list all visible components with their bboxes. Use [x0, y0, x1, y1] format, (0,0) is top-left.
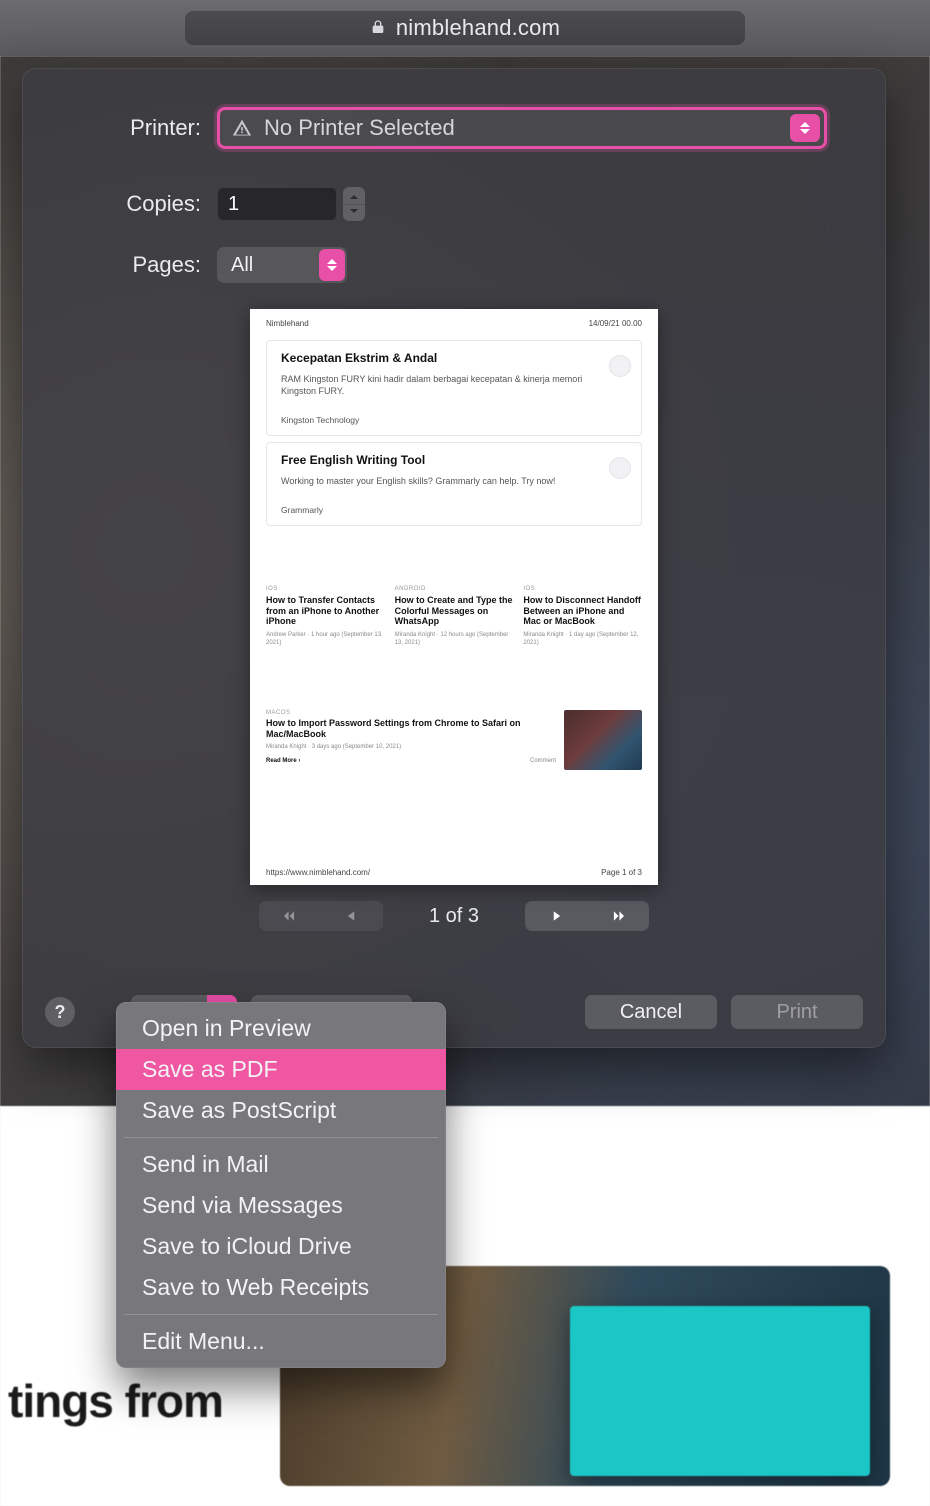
next-page-button[interactable]	[525, 901, 587, 931]
print-preview: Nimblehand 14/09/21 00.00 Kecepatan Ekst…	[23, 309, 885, 885]
browser-address-bar: nimblehand.com	[0, 0, 930, 56]
menu-separator	[124, 1314, 438, 1315]
pages-popup[interactable]: All	[217, 247, 347, 283]
preview-card-body: Working to master your English skills? G…	[281, 475, 599, 487]
menu-item-open-preview[interactable]: Open in Preview	[116, 1008, 446, 1049]
copies-label: Copies:	[47, 191, 217, 217]
print-button[interactable]: Print	[731, 995, 863, 1029]
preview-card: Kecepatan Ekstrim & Andal RAM Kingston F…	[266, 340, 642, 436]
preview-pager: 1 of 3	[23, 901, 885, 931]
menu-item-send-via-messages[interactable]: Send via Messages	[116, 1185, 446, 1226]
preview-card-body: RAM Kingston FURY kini hadir dalam berba…	[281, 373, 599, 397]
menu-item-save-as-postscript[interactable]: Save as PostScript	[116, 1090, 446, 1131]
copies-step-buttons[interactable]	[343, 187, 365, 221]
preview-card-title: Free English Writing Tool	[281, 453, 599, 467]
preview-card-brand: Grammarly	[281, 505, 599, 515]
preview-header-right: 14/09/21 00.00	[589, 319, 642, 328]
url-text: nimblehand.com	[396, 15, 560, 41]
preview-mini-card: ANDROID How to Create and Type the Color…	[395, 586, 514, 646]
prev-page-button[interactable]	[321, 901, 383, 931]
preview-page: Nimblehand 14/09/21 00.00 Kecepatan Ekst…	[250, 309, 658, 885]
menu-separator	[124, 1137, 438, 1138]
print-dialog: Printer: No Printer Selected Copies:	[22, 68, 886, 1048]
menu-item-edit-menu[interactable]: Edit Menu...	[116, 1321, 446, 1362]
preview-card-brand: Kingston Technology	[281, 415, 599, 425]
pages-label: Pages:	[47, 252, 217, 278]
background-headline: tings from	[0, 1374, 223, 1428]
pdf-dropdown-menu: Open in Preview Save as PDF Save as Post…	[116, 1002, 446, 1368]
lock-icon	[370, 15, 386, 41]
circle-icon	[609, 355, 631, 377]
preview-footer-right: Page 1 of 3	[601, 868, 642, 877]
printer-value: No Printer Selected	[264, 115, 455, 141]
menu-item-save-to-icloud[interactable]: Save to iCloud Drive	[116, 1226, 446, 1267]
url-field[interactable]: nimblehand.com	[185, 11, 745, 45]
menu-item-save-as-pdf[interactable]: Save as PDF	[116, 1049, 446, 1090]
updown-icon	[790, 114, 820, 142]
pages-value: All	[231, 254, 253, 277]
first-page-button[interactable]	[259, 901, 321, 931]
help-button[interactable]: ?	[45, 997, 75, 1027]
page-counter: 1 of 3	[429, 905, 479, 928]
copies-input[interactable]	[217, 187, 337, 221]
preview-mini-card: IOS How to Disconnect Handoff Between an…	[523, 586, 642, 646]
menu-item-send-in-mail[interactable]: Send in Mail	[116, 1144, 446, 1185]
updown-icon	[319, 249, 345, 281]
circle-icon	[609, 457, 631, 479]
copies-stepper	[217, 187, 365, 221]
preview-wide-thumb	[564, 710, 642, 770]
preview-card: Free English Writing Tool Working to mas…	[266, 442, 642, 526]
preview-footer-left: https://www.nimblehand.com/	[266, 868, 370, 877]
cancel-button[interactable]: Cancel	[585, 995, 717, 1029]
preview-header-left: Nimblehand	[266, 319, 309, 328]
warning-icon	[232, 118, 252, 138]
step-down-icon	[343, 204, 365, 222]
last-page-button[interactable]	[587, 901, 649, 931]
menu-item-save-to-web-receipts[interactable]: Save to Web Receipts	[116, 1267, 446, 1308]
preview-wide-card: MACOS How to Import Password Settings fr…	[266, 703, 642, 770]
preview-mini-card: IOS How to Transfer Contacts from an iPh…	[266, 586, 385, 646]
printer-label: Printer:	[47, 115, 217, 141]
preview-card-title: Kecepatan Ekstrim & Andal	[281, 351, 599, 365]
printer-popup[interactable]: No Printer Selected	[217, 107, 827, 149]
step-up-icon	[343, 187, 365, 204]
